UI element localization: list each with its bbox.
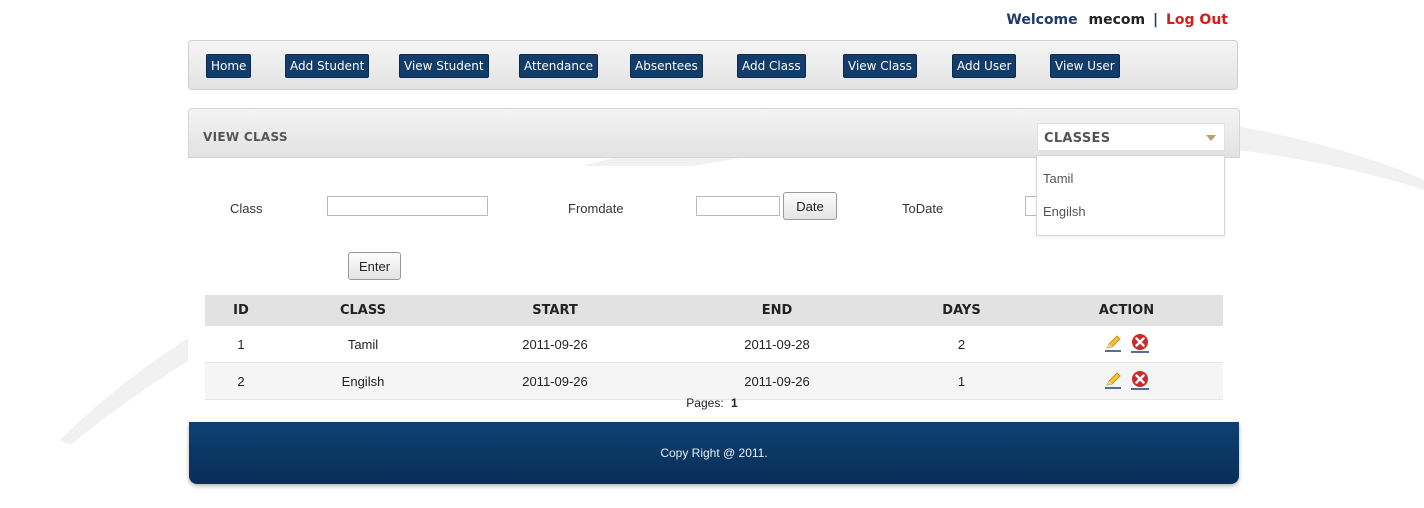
- username: mecom: [1088, 12, 1146, 28]
- dropdown-option-english[interactable]: Engilsh: [1043, 204, 1086, 219]
- date-button[interactable]: Date: [783, 192, 837, 220]
- page-title: VIEW CLASS: [203, 130, 288, 144]
- class-table: ID CLASS START END DAYS ACTION 1 Tamil 2…: [205, 295, 1223, 400]
- todate-label: ToDate: [902, 201, 944, 216]
- cell-end: 2011-09-26: [661, 362, 893, 400]
- dropdown-option-tamil[interactable]: Tamil: [1043, 171, 1073, 186]
- column-header-days: DAYS: [893, 295, 1030, 326]
- column-header-start: START: [449, 295, 661, 326]
- welcome-text: Welcome: [1006, 12, 1078, 28]
- panel-header: VIEW CLASS CLASSES: [188, 108, 1240, 158]
- classes-dropdown-label: CLASSES: [1044, 131, 1111, 146]
- page-number[interactable]: 1: [731, 396, 738, 410]
- column-header-id: ID: [205, 295, 277, 326]
- cell-days: 2: [893, 326, 1030, 363]
- class-input[interactable]: [327, 196, 488, 216]
- main-nav: Home Add Student View Student Attendance…: [188, 40, 1238, 90]
- cell-action: [1030, 362, 1223, 400]
- user-bar: Welcome mecom | Log Out: [1006, 12, 1228, 28]
- chevron-down-icon: [1206, 135, 1216, 141]
- nav-add-student[interactable]: Add Student: [285, 54, 370, 78]
- pencil-icon[interactable]: [1103, 370, 1123, 393]
- nav-add-user[interactable]: Add User: [952, 54, 1017, 78]
- cell-id: 1: [205, 326, 277, 363]
- class-label: Class: [230, 201, 263, 216]
- cell-days: 1: [893, 362, 1030, 400]
- footer: Copy Right @ 2011.: [189, 422, 1239, 484]
- separator: |: [1153, 12, 1159, 28]
- cell-action: [1030, 326, 1223, 363]
- nav-add-class[interactable]: Add Class: [737, 54, 806, 78]
- pencil-icon[interactable]: [1103, 333, 1123, 356]
- classes-dropdown-menu: Tamil Engilsh: [1036, 155, 1225, 236]
- enter-button[interactable]: Enter: [348, 252, 401, 280]
- nav-view-student[interactable]: View Student: [399, 54, 489, 78]
- copyright-text: Copy Right @ 2011.: [660, 446, 768, 460]
- nav-view-user[interactable]: View User: [1050, 54, 1120, 78]
- column-header-action: ACTION: [1030, 295, 1223, 326]
- cell-id: 2: [205, 362, 277, 400]
- nav-home[interactable]: Home: [206, 54, 252, 78]
- delete-icon[interactable]: [1130, 370, 1150, 393]
- table-header-row: ID CLASS START END DAYS ACTION: [205, 295, 1223, 326]
- nav-attendance[interactable]: Attendance: [519, 54, 598, 78]
- column-header-class: CLASS: [277, 295, 449, 326]
- fromdate-input[interactable]: [696, 196, 780, 216]
- column-header-end: END: [661, 295, 893, 326]
- delete-icon[interactable]: [1130, 333, 1150, 356]
- nav-absentees[interactable]: Absentees: [630, 54, 703, 78]
- cell-start: 2011-09-26: [449, 362, 661, 400]
- table-row: 1 Tamil 2011-09-26 2011-09-28 2: [205, 326, 1223, 363]
- logout-link[interactable]: Log Out: [1166, 12, 1228, 28]
- cell-end: 2011-09-28: [661, 326, 893, 363]
- cell-class: Engilsh: [277, 362, 449, 400]
- cell-class: Tamil: [277, 326, 449, 363]
- pages-label: Pages:: [686, 396, 724, 410]
- table-row: 2 Engilsh 2011-09-26 2011-09-26 1: [205, 362, 1223, 400]
- pagination: Pages: 1: [0, 396, 1424, 410]
- nav-view-class[interactable]: View Class: [843, 54, 917, 78]
- classes-dropdown[interactable]: CLASSES: [1037, 123, 1225, 151]
- cell-start: 2011-09-26: [449, 326, 661, 363]
- fromdate-label: Fromdate: [568, 201, 624, 216]
